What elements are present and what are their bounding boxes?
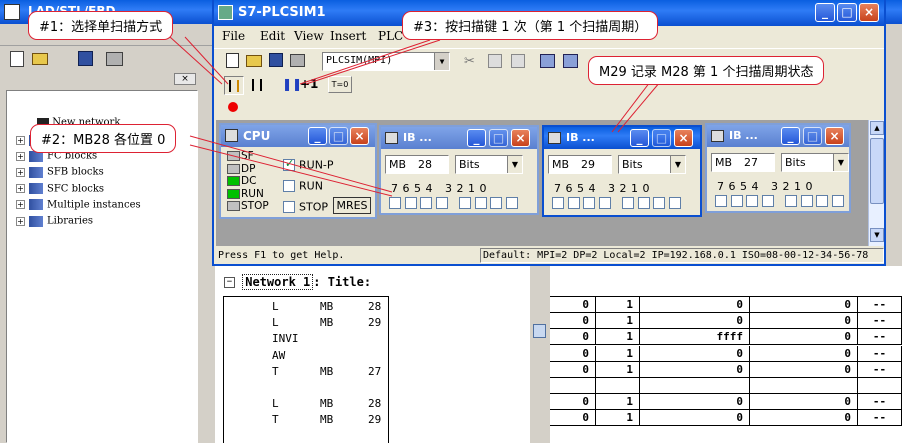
leader-line-3b <box>305 39 441 85</box>
leader-line-3 <box>299 39 431 85</box>
leader-line-2 <box>189 135 393 193</box>
callout-3: #3：按扫描键 1 次（第 1 个扫描周期） <box>402 11 659 40</box>
leader-line-2b <box>189 144 393 197</box>
callout-1: #1：选择单扫描方式 <box>28 11 174 40</box>
leader-line-1b <box>169 36 223 85</box>
callout-2: #2：MB28 各位置 0 <box>30 124 177 153</box>
callout-4: M29 记录 M28 第 1 个扫描周期状态 <box>588 56 825 85</box>
leader-line-1 <box>184 36 229 85</box>
leader-line-4 <box>611 81 651 133</box>
leader-line-4b <box>617 81 661 133</box>
